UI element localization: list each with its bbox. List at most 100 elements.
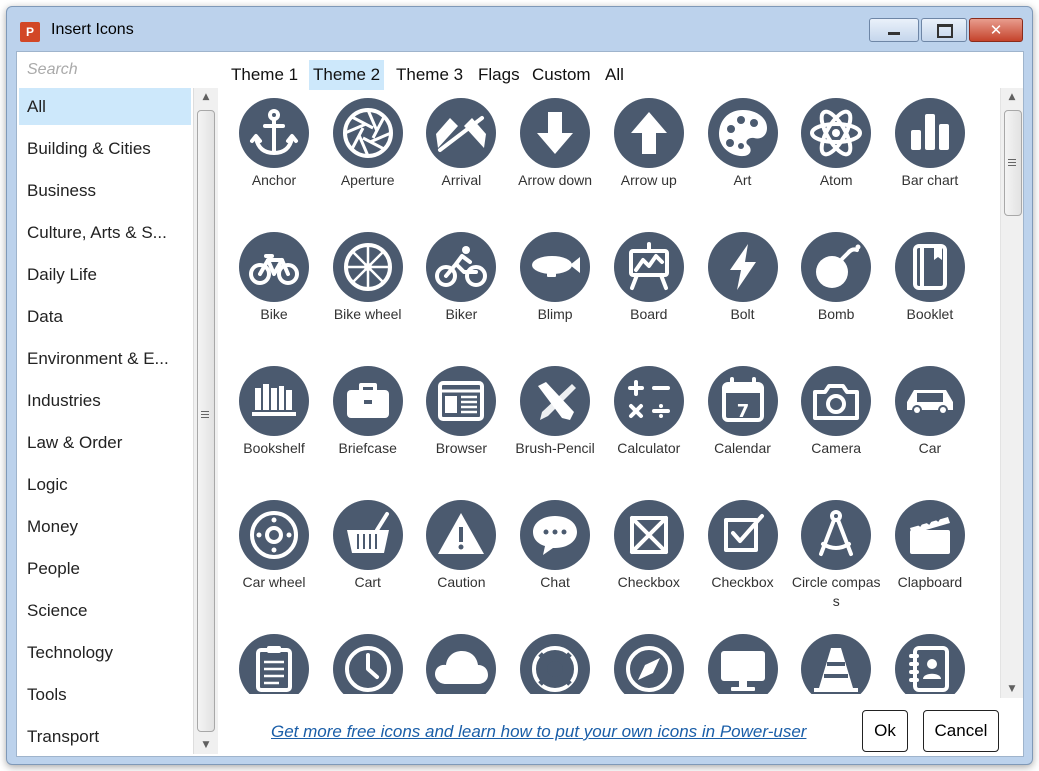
icon-label: Bike wheel [333, 306, 402, 322]
icon-tile[interactable] [604, 630, 694, 694]
icon-tile[interactable]: Bike [229, 228, 319, 362]
title-bar[interactable]: P Insert Icons ✕ [7, 7, 1032, 51]
icon-tile[interactable]: Bookshelf [229, 362, 319, 496]
icon-grid-scrollbar[interactable]: ▲ ▼ [1000, 88, 1023, 698]
arrow-up-icon [613, 98, 684, 168]
scroll-down-arrow-icon[interactable]: ▼ [194, 736, 218, 754]
icon-tile[interactable]: Checkbox [698, 496, 788, 630]
more-icons-link[interactable]: Get more free icons and learn how to put… [271, 722, 806, 742]
icon-tile[interactable]: Bar chart [885, 94, 975, 228]
icon-label: Checkbox [617, 574, 680, 590]
category-item[interactable]: Money [19, 508, 191, 545]
icon-label: Bar chart [901, 172, 959, 188]
icon-tile[interactable] [323, 630, 413, 694]
category-item[interactable]: Data [19, 298, 191, 335]
category-item[interactable]: Technology [19, 634, 191, 671]
icon-tile[interactable]: Brush-Pencil [510, 362, 600, 496]
icon-tile[interactable]: Bomb [791, 228, 881, 362]
icon-tile[interactable]: Bike wheel [323, 228, 413, 362]
blimp-icon [520, 232, 591, 302]
icon-tile[interactable] [885, 630, 975, 694]
icon-tile[interactable]: Booklet [885, 228, 975, 362]
minimize-button[interactable] [869, 18, 919, 42]
icon-tile[interactable]: Arrow up [604, 94, 694, 228]
scroll-up-arrow-icon[interactable]: ▲ [1001, 88, 1023, 106]
circle-compass-icon [801, 500, 872, 570]
briefcase-icon [332, 366, 403, 436]
icon-tile[interactable]: Circle compass [791, 496, 881, 630]
tab-item[interactable]: All [601, 60, 628, 90]
icon-tile[interactable]: Clapboard [885, 496, 975, 630]
category-item[interactable]: Culture, Arts & S... [19, 214, 191, 251]
cancel-button[interactable]: Cancel [923, 710, 999, 752]
category-item[interactable]: Building & Cities [19, 130, 191, 167]
icon-label: Biker [445, 306, 478, 322]
tab-item[interactable]: Theme 1 [227, 60, 302, 90]
category-item[interactable]: Business [19, 172, 191, 209]
icon-tile[interactable]: Checkbox [604, 496, 694, 630]
ok-button[interactable]: Ok [862, 710, 908, 752]
icon-tile[interactable] [510, 630, 600, 694]
icon-tile[interactable] [229, 630, 319, 694]
icon-tile[interactable]: Arrow down [510, 94, 600, 228]
category-item[interactable]: Logic [19, 466, 191, 503]
category-item[interactable]: All [19, 88, 191, 125]
icon-tile[interactable]: Cart [323, 496, 413, 630]
icon-tile[interactable]: Calculator [604, 362, 694, 496]
icon-tile[interactable]: Blimp [510, 228, 600, 362]
scroll-thumb[interactable] [197, 110, 215, 732]
icon-tile[interactable]: Board [604, 228, 694, 362]
icon-label: Chat [540, 574, 570, 590]
category-list: All Building & Cities Business Culture, Art… [17, 88, 194, 754]
category-item[interactable]: Science [19, 592, 191, 629]
icon-tile[interactable]: Art [698, 94, 788, 228]
icon-tile[interactable]: Car wheel [229, 496, 319, 630]
icon-label: Bike [260, 306, 288, 322]
icon-tile[interactable]: Camera [791, 362, 881, 496]
scroll-up-arrow-icon[interactable]: ▲ [194, 88, 218, 106]
anchor-icon [239, 98, 309, 168]
browser-icon [426, 366, 497, 436]
icon-tile[interactable]: Aperture [323, 94, 413, 228]
category-item[interactable]: Daily Life [19, 256, 191, 293]
window-title: Insert Icons [51, 21, 134, 38]
tab-item[interactable]: Theme 2 [309, 60, 385, 90]
icon-tile[interactable] [416, 630, 506, 694]
search-input[interactable] [17, 56, 216, 84]
icon-label: Brush-Pencil [515, 440, 595, 456]
car-wheel-icon [239, 500, 309, 570]
icon-label: Car [918, 440, 942, 456]
icon-tile[interactable]: Browser [416, 362, 506, 496]
icon-tile[interactable]: 7 Calendar [698, 362, 788, 496]
icon-tile[interactable]: Briefcase [323, 362, 413, 496]
icon-tile[interactable]: Atom [791, 94, 881, 228]
category-item[interactable]: Law & Order [19, 424, 191, 461]
tab-item[interactable]: Custom [528, 60, 595, 90]
category-scrollbar[interactable]: ▲ ▼ [193, 88, 218, 754]
close-button[interactable]: ✕ [969, 18, 1023, 42]
maximize-button[interactable] [921, 18, 967, 42]
category-item[interactable]: Tools [19, 676, 191, 713]
tab-item[interactable]: Flags [474, 60, 524, 90]
icon-tile[interactable]: Bolt [698, 228, 788, 362]
icon-tile[interactable]: Caution [416, 496, 506, 630]
tab-item[interactable]: Theme 3 [392, 60, 467, 90]
icon-tile[interactable]: Car [885, 362, 975, 496]
icon-label: Calendar [714, 440, 771, 456]
category-item[interactable]: Environment & E... [19, 340, 191, 377]
icon-tile[interactable]: Chat [510, 496, 600, 630]
category-item[interactable]: Transport [19, 718, 191, 755]
icon-tile[interactable]: Anchor [229, 94, 319, 228]
scroll-down-arrow-icon[interactable]: ▼ [1001, 680, 1023, 698]
category-item[interactable]: Industries [19, 382, 191, 419]
category-item[interactable]: People [19, 550, 191, 587]
icon-tile[interactable]: Biker [416, 228, 506, 362]
icon-tile[interactable] [791, 630, 881, 694]
biker-icon [426, 232, 497, 302]
icon-label: Blimp [537, 306, 573, 322]
icon-tile[interactable]: Arrival [416, 94, 506, 228]
clipboard-icon [239, 634, 309, 694]
icon-tile[interactable] [698, 630, 788, 694]
icon-label: Clapboard [897, 574, 963, 590]
scroll-thumb[interactable] [1004, 110, 1022, 216]
